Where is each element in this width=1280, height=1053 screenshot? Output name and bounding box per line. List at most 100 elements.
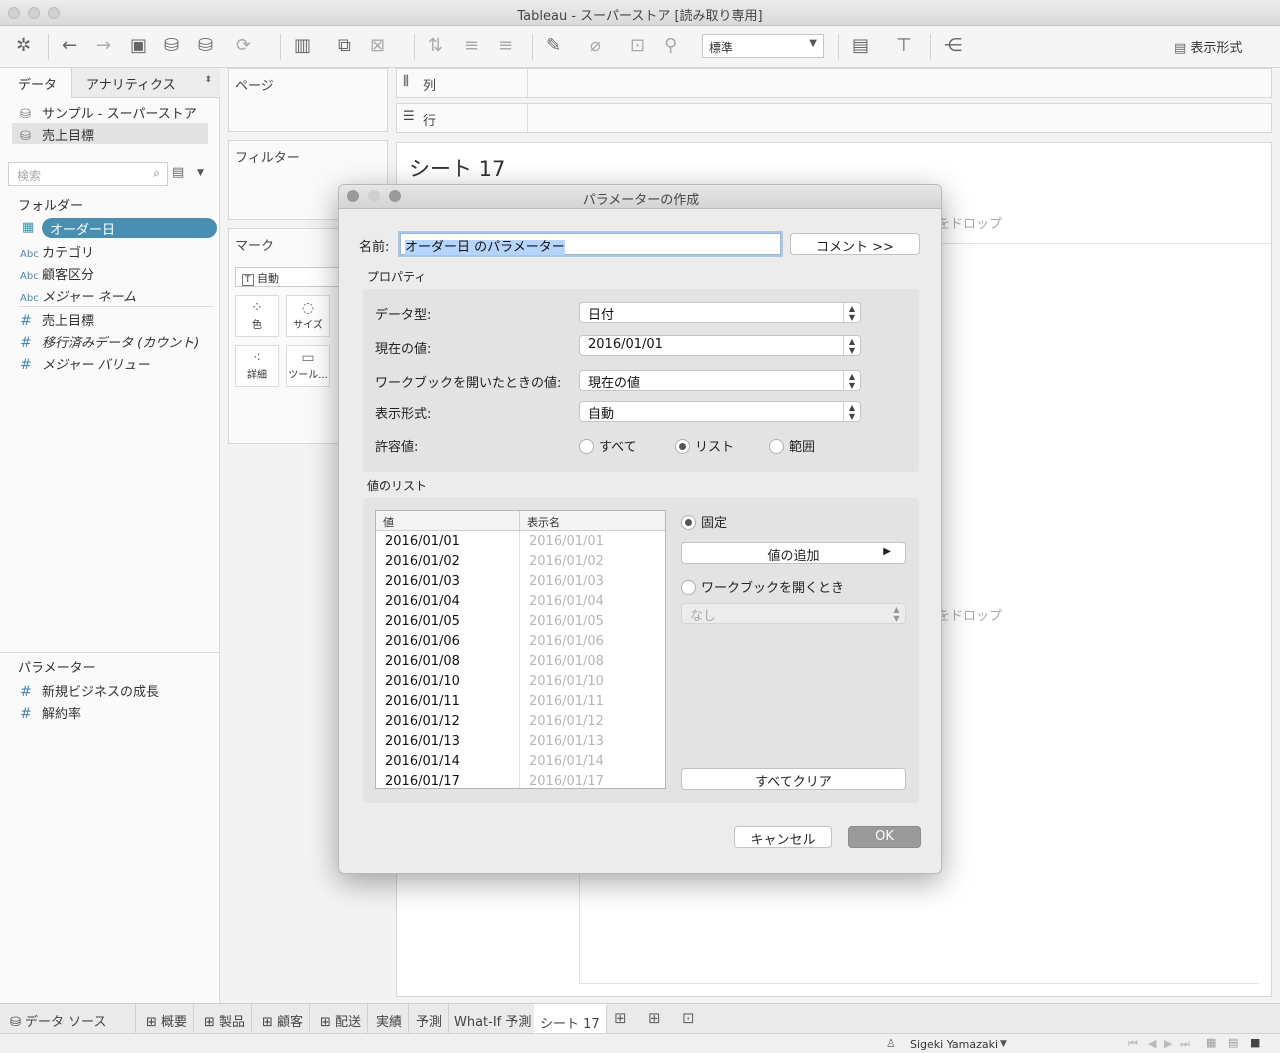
field-category[interactable]: Abc カテゴリ — [20, 242, 94, 261]
tooltip-button[interactable]: ▭ ツール... — [286, 345, 330, 387]
value-list-table[interactable]: 値 表示名 2016/01/01 2016/01/01 2016/01/02 2016… — [375, 510, 666, 789]
prev-sheet-icon[interactable]: ◀ — [1148, 1037, 1156, 1050]
list-item[interactable]: 2016/01/17 2016/01/17 — [376, 772, 665, 788]
list-item[interactable]: 2016/01/05 2016/01/05 — [376, 612, 665, 632]
user-name[interactable]: Sigeki Yamazaki — [910, 1038, 998, 1051]
tab-what-if-forecast[interactable]: What-If 予測 — [448, 1004, 539, 1034]
list-item[interactable]: 2016/01/06 2016/01/06 — [376, 632, 665, 652]
display-format-select[interactable]: 自動 ▲ ▼ — [579, 401, 861, 422]
tab-products[interactable]: ⊞ 製品 — [198, 1004, 253, 1034]
fit-select[interactable]: 標準 ▼ — [702, 34, 824, 58]
list-view-icon[interactable]: ▤ — [172, 165, 184, 180]
on-workbook-open-radio[interactable]: ワークブックを開くとき — [681, 577, 844, 596]
mark-type-select[interactable]: T 自動 — [235, 267, 339, 287]
clear-all-button[interactable]: すべてクリア — [681, 768, 906, 790]
data-type-select[interactable]: 日付 ▲ ▼ — [579, 302, 861, 323]
fix-axes-icon[interactable]: ⚲ — [664, 35, 677, 57]
tab-performance[interactable]: 実績 — [370, 1004, 410, 1034]
last-sheet-icon[interactable]: ⏭ — [1180, 1037, 1190, 1051]
search-input[interactable]: 検索 ⌕ — [8, 162, 168, 186]
field-customer-segment[interactable]: Abc 顧客区分 — [20, 264, 94, 283]
list-item[interactable]: 2016/01/11 2016/01/11 — [376, 692, 665, 712]
color-button[interactable]: ⁘ 色 — [235, 295, 279, 337]
list-item[interactable]: 2016/01/12 2016/01/12 — [376, 712, 665, 732]
sort-descending-icon[interactable]: ≡ — [498, 35, 513, 57]
next-sheet-icon[interactable]: ▶ — [1164, 1037, 1172, 1050]
list-item[interactable]: 2016/01/14 2016/01/14 — [376, 752, 665, 772]
list-item[interactable]: 2016/01/01 2016/01/01 — [376, 532, 665, 552]
parameter-name-input[interactable]: オーダー日 のパラメーター — [400, 233, 781, 255]
clear-sheet-icon[interactable]: ⊠ — [370, 35, 385, 57]
list-item[interactable]: 2016/01/04 2016/01/04 — [376, 592, 665, 612]
datasource-superstore[interactable]: ⛁ サンプル - スーパーストア — [20, 103, 197, 122]
new-worksheet-icon[interactable]: ⊞ — [614, 1009, 627, 1027]
new-story-icon[interactable]: ⊡ — [682, 1009, 695, 1027]
column-header-display-name[interactable]: 表示名 — [527, 514, 560, 530]
ok-button[interactable]: OK — [848, 826, 921, 848]
allowable-list-radio[interactable]: リスト — [675, 436, 734, 455]
chevron-down-icon[interactable]: ▼ — [1000, 1039, 1007, 1049]
detail-button[interactable]: ⁖ 詳細 — [235, 345, 279, 387]
highlight-icon[interactable]: ✎ — [546, 35, 561, 57]
new-dashboard-icon[interactable]: ⊞ — [648, 1009, 661, 1027]
new-datasource-icon[interactable]: ⛁ — [164, 35, 179, 57]
list-item[interactable]: 2016/01/03 2016/01/03 — [376, 572, 665, 592]
param-churn-rate[interactable]: # 解約率 — [20, 703, 81, 722]
first-sheet-icon[interactable]: ⏮ — [1128, 1037, 1138, 1051]
size-button[interactable]: ◌ サイズ — [286, 295, 330, 337]
current-value-select[interactable]: 2016/01/01 ▲ ▼ — [579, 335, 861, 356]
cancel-button[interactable]: キャンセル — [734, 826, 832, 848]
presentation-mode-icon[interactable]: ⊤ — [896, 35, 912, 57]
list-item[interactable]: 2016/01/13 2016/01/13 — [376, 732, 665, 752]
columns-shelf[interactable]: ⫼ 列 — [396, 68, 1272, 98]
pause-updates-icon[interactable]: ⛁ — [198, 35, 213, 57]
add-value-button[interactable]: 値の追加 ▶ — [681, 542, 906, 564]
datasource-sales-target[interactable]: ⛁ 売上目標 — [12, 123, 208, 144]
field-migrated-data-count[interactable]: # 移行済みデータ (カウント) — [20, 332, 199, 351]
column-header-value[interactable]: 値 — [383, 514, 394, 530]
pages-shelf[interactable]: ページ — [228, 68, 388, 132]
rows-shelf[interactable]: ☰ 行 — [396, 103, 1272, 133]
field-sales-target[interactable]: # 売上目標 — [20, 310, 94, 329]
list-item[interactable]: 2016/01/02 2016/01/02 — [376, 552, 665, 572]
tableau-logo-icon[interactable]: ✲ — [16, 35, 31, 57]
save-icon[interactable]: ▣ — [130, 35, 147, 57]
field-measure-values[interactable]: # メジャー バリュー — [20, 354, 149, 373]
field-measure-names[interactable]: Abc メジャー ネーム — [20, 286, 136, 305]
workbook-open-value-select[interactable]: 現在の値 ▲ ▼ — [579, 370, 861, 391]
allowable-all-radio[interactable]: すべて — [579, 436, 637, 455]
fixed-radio[interactable]: 固定 — [681, 512, 727, 531]
dialog-close-button[interactable] — [347, 190, 359, 202]
sheet-sorter-icon[interactable]: ▦ — [1206, 1036, 1216, 1049]
dialog-zoom-button[interactable] — [389, 190, 401, 202]
param-new-business-growth[interactable]: # 新規ビジネスの成長 — [20, 681, 159, 700]
undo-icon[interactable]: ← — [62, 35, 77, 57]
tab-data-source[interactable]: ⛁ データ ソース — [0, 1004, 136, 1034]
tab-sheet-17[interactable]: シート 17 — [534, 1004, 607, 1034]
refresh-icon[interactable]: ⟳ — [236, 35, 251, 57]
redo-icon[interactable]: → — [96, 35, 111, 57]
new-worksheet-icon[interactable]: ▥ — [294, 35, 311, 57]
tab-customers[interactable]: ⊞ 顧客 — [256, 1004, 311, 1034]
show-cards-icon[interactable]: ▤ — [852, 35, 869, 57]
show-me-button[interactable]: ▤ 表示形式 — [1174, 37, 1242, 56]
list-item[interactable]: 2016/01/08 2016/01/08 — [376, 652, 665, 672]
sort-ascending-icon[interactable]: ≡ — [464, 35, 479, 57]
duplicate-sheet-icon[interactable]: ⧉ — [338, 35, 351, 57]
chevron-down-icon[interactable]: ▼ — [197, 168, 204, 178]
group-icon[interactable]: ⌀ — [590, 35, 601, 57]
tabs-icon[interactable]: ■ — [1250, 1036, 1260, 1049]
comment-button[interactable]: コメント >> — [790, 233, 920, 255]
list-item[interactable]: 2016/01/10 2016/01/10 — [376, 672, 665, 692]
tab-data[interactable]: データ — [0, 68, 72, 98]
field-order-date[interactable]: オーダー日 — [42, 218, 217, 238]
tab-forecast[interactable]: 予測 — [410, 1004, 450, 1034]
tab-overview[interactable]: ⊞ 概要 — [140, 1004, 195, 1034]
tab-analytics[interactable]: アナリティクス ⬍ — [72, 68, 220, 98]
swap-icon[interactable]: ⇅ — [428, 35, 443, 57]
show-labels-icon[interactable]: ⊡ — [630, 35, 645, 57]
filmstrip-icon[interactable]: ▤ — [1228, 1036, 1238, 1049]
allowable-range-radio[interactable]: 範囲 — [769, 436, 815, 455]
tab-shipping[interactable]: ⊞ 配送 — [314, 1004, 369, 1034]
share-icon[interactable]: ⋲ — [944, 35, 962, 57]
